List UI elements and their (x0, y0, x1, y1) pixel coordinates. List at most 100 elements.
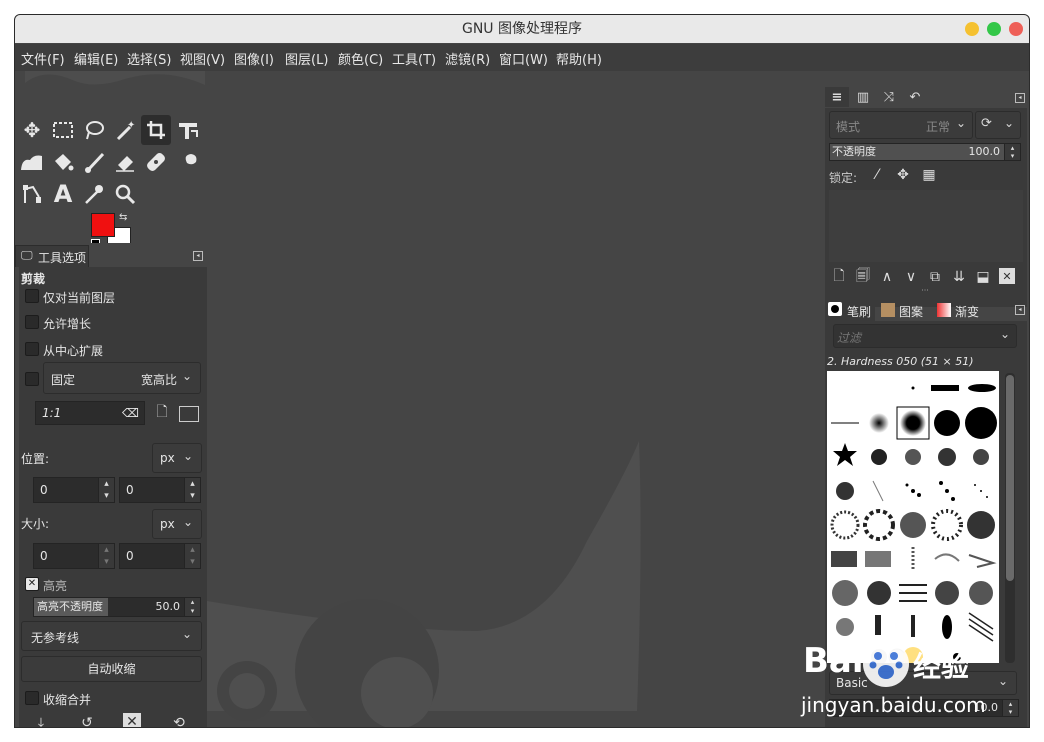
brush-grid-scroll-thumb[interactable] (1006, 375, 1014, 581)
crop-tool-icon[interactable] (141, 115, 171, 145)
paintbrush-tool-icon[interactable] (79, 147, 109, 177)
watermark-url: jingyan.baidu.com (801, 693, 986, 717)
rect-select-tool-icon[interactable] (48, 115, 78, 145)
position-y-input[interactable]: 0 ▴ ▾ (119, 477, 201, 503)
right-dock-splitter[interactable]: ⋮ (819, 390, 828, 411)
brushes-tab[interactable]: 笔刷 (825, 299, 875, 321)
aspect-ratio-input[interactable]: 1:1 ⌫ (35, 401, 145, 425)
position-y-spinner[interactable]: ▴ ▾ (184, 478, 200, 502)
menu-file[interactable]: 文件(F) (21, 49, 65, 68)
fuzzy-select-tool-icon[interactable]: ✦ (110, 115, 140, 145)
menu-select[interactable]: 选择(S) (127, 49, 171, 68)
raise-layer-icon[interactable]: ∧ (879, 268, 895, 286)
layer-mask-icon[interactable]: ⬓ (975, 268, 991, 286)
paths-tab-icon[interactable]: ⤨ (877, 87, 901, 107)
paths-tool-icon[interactable] (17, 179, 47, 209)
swap-colors-icon[interactable]: ⇆ (119, 212, 127, 223)
foreground-color-swatch[interactable] (91, 213, 115, 237)
layers-list[interactable] (829, 190, 1023, 262)
eraser-tool-icon[interactable] (110, 147, 140, 177)
size-width-input[interactable]: 0 ▴ ▾ (33, 543, 115, 569)
portrait-icon[interactable]: 🗋 (155, 404, 169, 421)
position-x-spinner[interactable]: ▴ ▾ (98, 478, 114, 502)
color-picker-tool-icon[interactable] (79, 179, 109, 209)
auto-shrink-button[interactable]: 自动收缩 (21, 656, 202, 682)
lower-layer-icon[interactable]: ∨ (903, 268, 919, 286)
toolbox: ✥ ✦ A ⇆ (15, 71, 207, 251)
landscape-icon[interactable] (179, 406, 199, 422)
smudge-tool-icon[interactable] (173, 147, 203, 177)
tool-options-tab[interactable]: 🖵 工具选项 (15, 245, 89, 267)
menu-layer[interactable]: 图层(L) (285, 49, 328, 68)
channels-tab-icon[interactable]: ▥ (851, 87, 875, 107)
fixed-mode-dropdown[interactable]: 固定 宽高比 ⌄ (43, 362, 201, 394)
heal-tool-icon[interactable] (141, 147, 171, 177)
size-height-input[interactable]: 0 ▴ ▾ (119, 543, 201, 569)
menu-windows[interactable]: 窗口(W) (499, 49, 548, 68)
duplicate-layer-icon[interactable]: ⧉ (927, 268, 943, 286)
new-layer-icon[interactable]: 🗋 (831, 268, 847, 286)
move-tool-icon[interactable]: ✥ (17, 115, 47, 145)
canvas-area[interactable] (207, 71, 821, 727)
chevron-down-icon: ⌄ (183, 515, 194, 529)
size-unit-dropdown[interactable]: px ⌄ (152, 509, 202, 539)
layer-opacity-spinner[interactable]: ▴ ▾ (1004, 144, 1020, 160)
lock-alpha-icon[interactable]: ▦ (921, 167, 937, 183)
layer-composite-dropdown[interactable]: ⟳ ⌄ (975, 111, 1021, 139)
reset-tool-options-icon[interactable]: ⟲ (169, 713, 189, 727)
current-layer-only-checkbox[interactable] (25, 289, 39, 303)
size-width-spinner[interactable]: ▴ ▾ (98, 544, 114, 568)
highlight-opacity-slider[interactable]: 高亮不透明度 50.0 ▴ ▾ (33, 597, 201, 617)
fixed-checkbox[interactable] (25, 372, 39, 386)
anchor-layer-icon[interactable]: ⇊ (951, 268, 967, 286)
lock-pixels-icon[interactable]: ⁄ (869, 167, 885, 183)
patterns-tab[interactable]: 图案 (877, 299, 931, 321)
lock-position-icon[interactable]: ✥ (895, 167, 911, 183)
warp-tool-icon[interactable] (17, 147, 47, 177)
shrink-merged-checkbox[interactable] (25, 691, 39, 705)
bucket-fill-tool-icon[interactable] (48, 147, 78, 177)
layers-tab-icon[interactable]: ≡ (825, 87, 849, 107)
menu-view[interactable]: 视图(V) (180, 49, 225, 68)
maximize-button[interactable] (987, 22, 1001, 36)
brush-filter-dropdown[interactable]: 过滤 ⌄ (833, 324, 1017, 348)
highlight-checkbox[interactable]: ✕ (25, 577, 39, 591)
gradients-tab[interactable]: 渐变 (933, 299, 985, 321)
menu-edit[interactable]: 编辑(E) (74, 49, 118, 68)
panel-menu-icon[interactable]: ◂ (193, 251, 203, 261)
free-select-tool-icon[interactable] (79, 115, 109, 145)
restore-tool-preset-icon[interactable]: ↺ (77, 713, 97, 727)
text-tool-icon[interactable]: A (48, 179, 78, 209)
menu-filters[interactable]: 滤镜(R) (445, 49, 490, 68)
close-button[interactable] (1009, 22, 1023, 36)
delete-tool-preset-icon[interactable]: ✕ (123, 713, 141, 727)
position-x-input[interactable]: 0 ▴ ▾ (33, 477, 115, 503)
layer-mode-dropdown[interactable]: 模式 正常 ⌄ (829, 111, 973, 139)
dock-vertical-splitter[interactable]: ··· (918, 287, 932, 295)
save-tool-preset-icon[interactable]: ⤓ (31, 713, 51, 727)
brush-grid-scrollbar[interactable] (1005, 373, 1015, 663)
panel-menu-icon[interactable]: ◂ (1015, 305, 1025, 315)
highlight-opacity-spinner[interactable]: ▴ ▾ (184, 598, 200, 616)
brush-thumbnails (830, 384, 997, 663)
brush-grid[interactable] (827, 371, 999, 663)
layer-opacity-label: 不透明度 (832, 145, 876, 158)
menu-help[interactable]: 帮助(H) (556, 49, 602, 68)
menu-tools[interactable]: 工具(T) (392, 49, 436, 68)
panel-menu-icon[interactable]: ◂ (1015, 93, 1025, 103)
delete-layer-icon[interactable]: ✕ (999, 268, 1015, 284)
size-height-spinner[interactable]: ▴ ▾ (184, 544, 200, 568)
layer-opacity-slider[interactable]: 不透明度 100.0 ▴ ▾ (829, 143, 1021, 161)
allow-growing-checkbox[interactable] (25, 315, 39, 329)
minimize-button[interactable] (965, 22, 979, 36)
expand-from-center-checkbox[interactable] (25, 342, 39, 356)
undo-history-tab-icon[interactable]: ↶ (903, 87, 927, 107)
guides-dropdown[interactable]: 无参考线 ⌄ (21, 621, 202, 651)
zoom-tool-icon[interactable] (110, 179, 140, 209)
menu-colors[interactable]: 颜色(C) (338, 49, 383, 68)
menu-image[interactable]: 图像(I) (234, 49, 274, 68)
new-layer-group-icon[interactable]: 🗐 (855, 268, 871, 286)
position-unit-dropdown[interactable]: px ⌄ (152, 443, 202, 473)
clear-input-icon[interactable]: ⌫ (122, 402, 139, 424)
transform-tool-icon[interactable] (173, 115, 203, 145)
